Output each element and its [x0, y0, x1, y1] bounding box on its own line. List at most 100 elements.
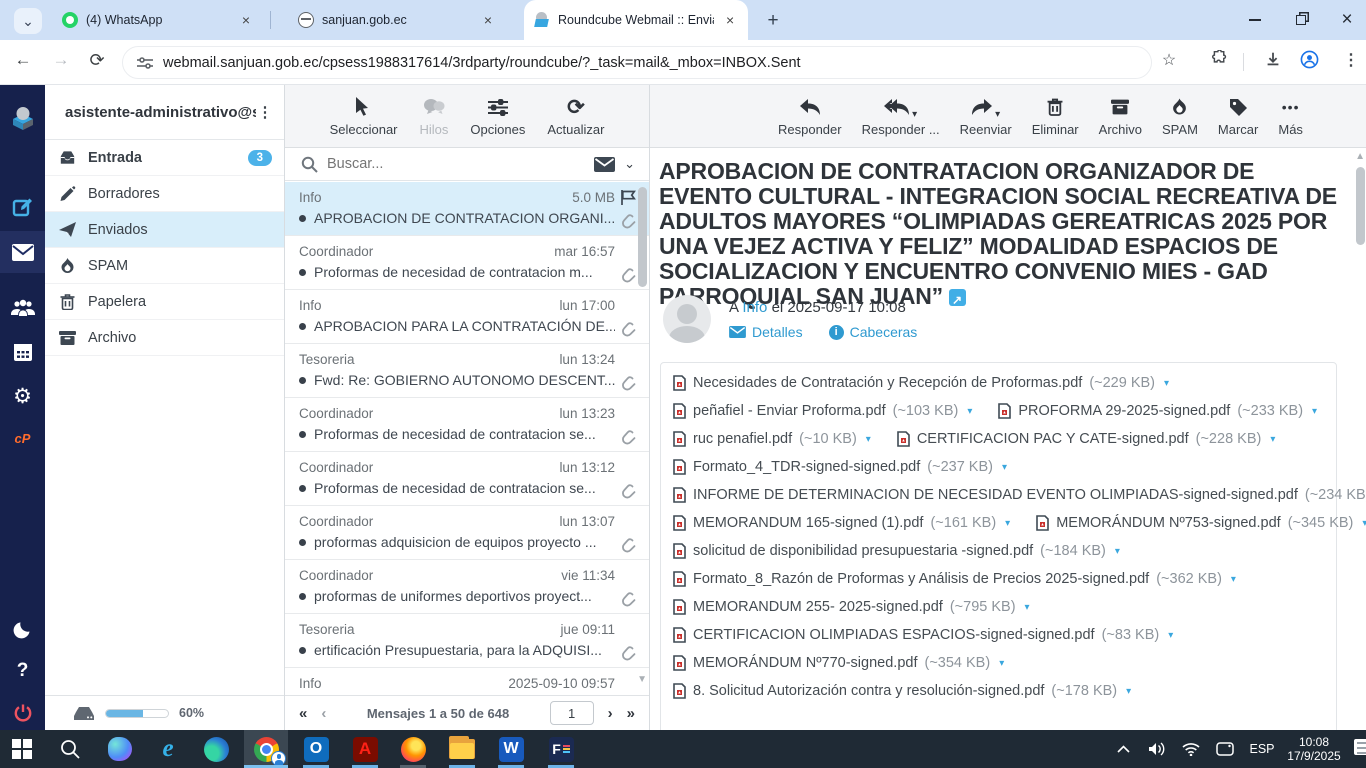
caret-down-icon[interactable]: ▾: [1168, 630, 1173, 641]
open-in-new-window-icon[interactable]: [949, 289, 966, 306]
scroll-down-icon[interactable]: ▼: [637, 674, 647, 685]
attachment-link[interactable]: 8. Solicitud Autorización contra y resol…: [673, 683, 1131, 699]
close-icon[interactable]: ×: [238, 12, 254, 28]
view-scrollbar[interactable]: ▲: [1355, 151, 1365, 728]
attachment-link[interactable]: ruc penafiel.pdf(~10 KB)▾: [673, 431, 871, 447]
omnibox[interactable]: [122, 46, 1152, 79]
prev-page-button[interactable]: ‹: [321, 705, 326, 722]
search-scope-mail-icon[interactable]: [594, 157, 615, 172]
message-row[interactable]: Coordinadorlun 13:12 Proformas de necesi…: [285, 452, 649, 506]
close-icon[interactable]: ×: [722, 12, 738, 28]
message-row[interactable]: Tesoreriajue 09:11 ertificación Presupue…: [285, 614, 649, 668]
new-tab-button[interactable]: +: [760, 8, 786, 34]
rail-compose[interactable]: [0, 187, 45, 229]
message-row[interactable]: Infolun 17:00 APROBACION PARA LA CONTRAT…: [285, 290, 649, 344]
notification-center-button[interactable]: 4: [1346, 730, 1366, 768]
rail-mail[interactable]: [0, 231, 45, 273]
message-row[interactable]: Coordinadorvie 11:34 proformas de unifor…: [285, 560, 649, 614]
tab-roundcube-active[interactable]: Roundcube Webmail :: Enviados ×: [524, 0, 748, 40]
caret-down-icon[interactable]: ▾: [999, 658, 1004, 669]
profile-button[interactable]: [1296, 50, 1322, 74]
reload-button[interactable]: ⟳: [84, 50, 110, 71]
refresh-button[interactable]: ⟳ Actualizar: [547, 94, 604, 137]
rail-dark-mode[interactable]: [0, 608, 45, 650]
more-button[interactable]: ••• Más: [1278, 94, 1303, 137]
caret-down-icon[interactable]: ▾: [1164, 378, 1169, 389]
caret-down-icon[interactable]: ▾: [1126, 686, 1131, 697]
downloads-button[interactable]: [1260, 50, 1286, 73]
options-button[interactable]: Opciones: [470, 94, 525, 137]
taskbar-firefox-button[interactable]: [391, 730, 435, 768]
caret-down-icon[interactable]: ▾: [1115, 546, 1120, 557]
wifi-button[interactable]: [1174, 742, 1208, 756]
account-header[interactable]: asistente-administrativo@sa... ⋮: [45, 85, 284, 140]
attachment-link[interactable]: Formato_8_Razón de Proformas y Análisis …: [673, 571, 1236, 587]
folder-borradores[interactable]: Borradores: [45, 176, 284, 212]
folder-archivo[interactable]: Archivo: [45, 320, 284, 356]
close-icon[interactable]: ×: [480, 12, 496, 28]
tab-search-button[interactable]: ⌄: [14, 8, 42, 34]
window-close-button[interactable]: ×: [1324, 0, 1366, 40]
scroll-up-icon[interactable]: ▲: [1355, 151, 1365, 162]
archive-button[interactable]: Archivo: [1099, 94, 1142, 137]
caret-down-icon[interactable]: ▾: [1005, 518, 1010, 529]
site-info-icon[interactable]: [137, 56, 153, 70]
search-input[interactable]: [327, 156, 585, 172]
delete-button[interactable]: Eliminar: [1032, 94, 1079, 137]
last-page-button[interactable]: »: [627, 705, 635, 722]
tab-sanjuan[interactable]: sanjuan.gob.ec ×: [288, 0, 506, 40]
recipient-link[interactable]: Info: [742, 299, 767, 316]
language-indicator[interactable]: ESP: [1242, 742, 1282, 756]
list-scrollbar-thumb[interactable]: [638, 187, 647, 287]
attachment-link[interactable]: Formato_4_TDR-signed-signed.pdf(~237 KB)…: [673, 459, 1007, 475]
caret-down-icon[interactable]: ▾: [967, 406, 972, 417]
taskbar-acrobat-button[interactable]: A: [343, 730, 387, 768]
start-button[interactable]: [0, 730, 44, 768]
taskbar-search-button[interactable]: [48, 730, 92, 768]
taskbar-file-explorer-button[interactable]: [440, 730, 484, 768]
view-scrollbar-thumb[interactable]: [1356, 167, 1365, 245]
message-row[interactable]: Tesorerialun 13:24 Fwd: Re: GOBIERNO AUT…: [285, 344, 649, 398]
reply-button[interactable]: Responder: [778, 94, 842, 137]
folder-papelera[interactable]: Papelera: [45, 284, 284, 320]
back-button[interactable]: ←: [10, 50, 36, 70]
message-row[interactable]: Coordinadorlun 13:07 proformas adquisici…: [285, 506, 649, 560]
attachment-link[interactable]: Necesidades de Contratación y Recepción …: [673, 375, 1169, 391]
folder-spam[interactable]: SPAM: [45, 248, 284, 284]
forward-button[interactable]: →: [48, 50, 74, 70]
kebab-icon[interactable]: ⋮: [256, 103, 274, 121]
attachment-link[interactable]: MEMORÁNDUM Nº770-signed.pdf(~354 KB)▾: [673, 655, 1004, 671]
attachment-link[interactable]: CERTIFICACION OLIMPIADAS ESPACIOS-signed…: [673, 627, 1173, 643]
url-input[interactable]: [163, 55, 1137, 71]
attachment-link[interactable]: INFORME DE DETERMINACION DE NECESIDAD EV…: [673, 487, 1366, 503]
details-toggle[interactable]: Detalles: [729, 324, 803, 340]
taskbar-forms-app-button[interactable]: F: [539, 730, 583, 768]
rail-calendar[interactable]: [0, 331, 45, 373]
caret-down-icon[interactable]: ▾: [1025, 602, 1030, 613]
attachment-link[interactable]: solicitud de disponibilidad presupuestar…: [673, 543, 1120, 559]
rail-cpanel[interactable]: cP: [0, 417, 45, 459]
caret-down-icon[interactable]: ▾: [1231, 574, 1236, 585]
caret-down-icon[interactable]: ▾: [995, 109, 1000, 120]
rail-logout[interactable]: [0, 692, 45, 730]
clock[interactable]: 10:08 17/9/2025: [1282, 735, 1346, 763]
attachment-link[interactable]: MEMORANDUM 255- 2025-signed.pdf(~795 KB)…: [673, 599, 1030, 615]
select-button[interactable]: Seleccionar: [330, 94, 398, 137]
attachment-link[interactable]: peñafiel - Enviar Proforma.pdf(~103 KB)▾: [673, 403, 972, 419]
message-row[interactable]: Info5.0 MB APROBACION DE CONTRATACION OR…: [285, 182, 649, 236]
folder-entrada[interactable]: Entrada 3: [45, 140, 284, 176]
caret-down-icon[interactable]: ▾: [866, 434, 871, 445]
caret-down-icon[interactable]: ▾: [1312, 406, 1317, 417]
message-row[interactable]: Coordinadorlun 13:23 Proformas de necesi…: [285, 398, 649, 452]
headers-toggle[interactable]: i Cabeceras: [829, 324, 918, 340]
rail-help[interactable]: ?: [0, 650, 45, 692]
window-restore-button[interactable]: [1278, 0, 1324, 40]
roundcube-logo[interactable]: [0, 95, 45, 141]
taskbar-edge-button[interactable]: [194, 730, 238, 768]
attachment-link[interactable]: PROFORMA 29-2025-signed.pdf(~233 KB)▾: [998, 403, 1317, 419]
page-number-input[interactable]: [550, 701, 594, 725]
browser-menu-button[interactable]: ⋮: [1338, 50, 1364, 70]
mark-button[interactable]: Marcar: [1218, 94, 1258, 137]
window-minimize-button[interactable]: [1232, 0, 1278, 40]
chevron-down-icon[interactable]: ⌄: [624, 156, 635, 172]
